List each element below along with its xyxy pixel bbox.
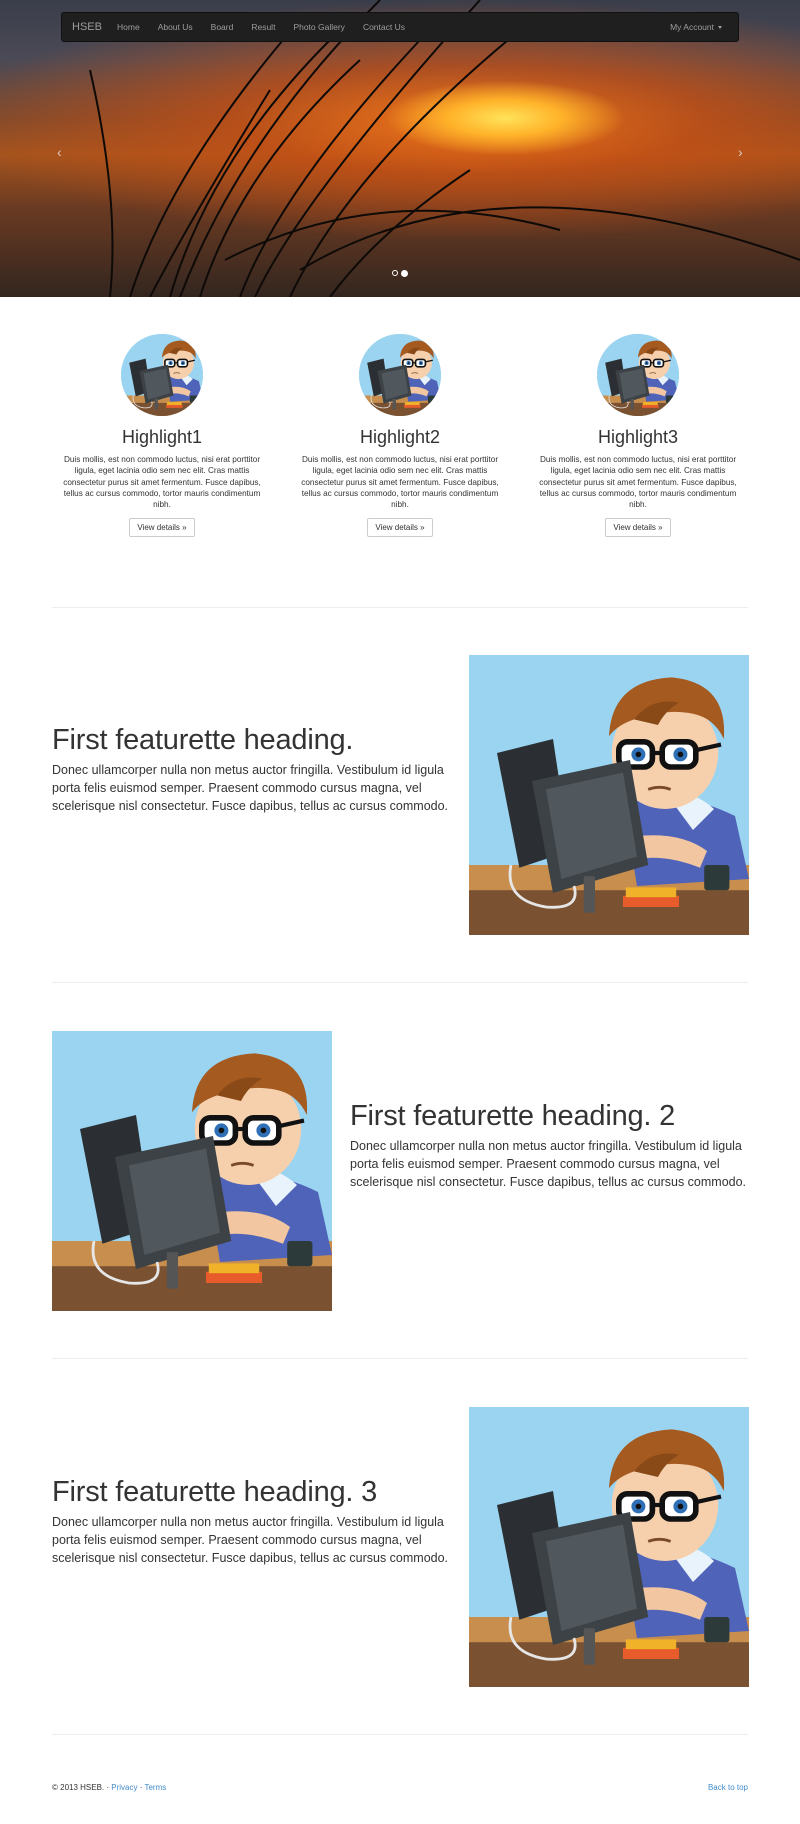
view-details-button[interactable]: View details » — [605, 518, 671, 538]
featurette-text: Donec ullamcorper nulla non metus auctor… — [52, 1515, 449, 1565]
carousel-indicator-2[interactable] — [401, 269, 408, 277]
brand-logo[interactable]: HSEB — [72, 13, 102, 41]
divider — [52, 607, 748, 608]
back-to-top-link[interactable]: Back to top — [708, 1783, 748, 1792]
my-account-dropdown[interactable]: My Account — [670, 13, 722, 41]
highlight-text: Duis mollis, est non commodo luctus, nis… — [301, 455, 499, 510]
footer-copyright: © 2013 HSEB. · Privacy · Terms — [52, 1783, 166, 1792]
copyright-text: © 2013 HSEB. · — [52, 1783, 110, 1792]
highlight-title: Highlight3 — [597, 427, 679, 447]
avatar — [597, 334, 679, 416]
caret-down-icon — [718, 26, 722, 30]
view-details-button[interactable]: View details » — [367, 518, 433, 538]
nav-result[interactable]: Result — [251, 22, 275, 32]
nav-about-us[interactable]: About Us — [158, 22, 193, 32]
featurette-2: First featurette heading. 2 Donec ullamc… — [350, 1100, 750, 1191]
grass-silhouette — [89, 0, 800, 297]
featurette-image — [469, 655, 749, 935]
featurette-heading: First featurette heading. — [52, 724, 354, 756]
divider — [52, 1358, 748, 1359]
highlight-2: Highlight2 Duis mollis, est non commodo … — [297, 334, 503, 538]
highlight-text: Duis mollis, est non commodo luctus, nis… — [63, 455, 261, 510]
terms-link[interactable]: Terms — [144, 1783, 166, 1792]
featurette-text: Donec ullamcorper nulla non metus auctor… — [350, 1139, 747, 1189]
avatar — [121, 334, 203, 416]
privacy-link[interactable]: Privacy — [111, 1783, 137, 1792]
carousel-next-button[interactable]: › — [738, 144, 743, 160]
featurette-image — [469, 1407, 749, 1687]
featurette-heading: First featurette heading. 3 — [52, 1476, 378, 1508]
carousel-indicators — [392, 269, 411, 277]
nav-photo-gallery[interactable]: Photo Gallery — [293, 22, 345, 32]
featurette-image — [52, 1031, 332, 1311]
highlight-3: Highlight3 Duis mollis, est non commodo … — [535, 334, 741, 538]
my-account-label: My Account — [670, 22, 714, 32]
nav-contact-us[interactable]: Contact Us — [363, 22, 405, 32]
top-navbar: HSEB Home About Us Board Result Photo Ga… — [61, 12, 739, 42]
featurette-3: First featurette heading. 3 Donec ullamc… — [52, 1476, 452, 1567]
highlight-title: Highlight1 — [121, 427, 203, 447]
carousel-indicator-1[interactable] — [392, 270, 398, 276]
divider — [52, 1734, 748, 1735]
nav-board[interactable]: Board — [211, 22, 234, 32]
featurette-text: Donec ullamcorper nulla non metus auctor… — [52, 763, 449, 813]
carousel-prev-button[interactable]: ‹ — [57, 144, 62, 160]
highlight-title: Highlight2 — [359, 427, 441, 447]
nav-menu: Home About Us Board Result Photo Gallery… — [117, 13, 423, 41]
avatar — [359, 334, 441, 416]
divider — [52, 982, 748, 983]
footer-separator: · — [139, 1783, 143, 1792]
highlight-1: Highlight1 Duis mollis, est non commodo … — [59, 334, 265, 538]
view-details-button[interactable]: View details » — [129, 518, 195, 538]
nav-home[interactable]: Home — [117, 22, 140, 32]
highlight-text: Duis mollis, est non commodo luctus, nis… — [539, 455, 737, 510]
hero-carousel[interactable]: HSEB Home About Us Board Result Photo Ga… — [0, 0, 800, 297]
featurette-heading: First featurette heading. 2 — [350, 1100, 676, 1132]
featurette-1: First featurette heading. Donec ullamcor… — [52, 724, 452, 815]
